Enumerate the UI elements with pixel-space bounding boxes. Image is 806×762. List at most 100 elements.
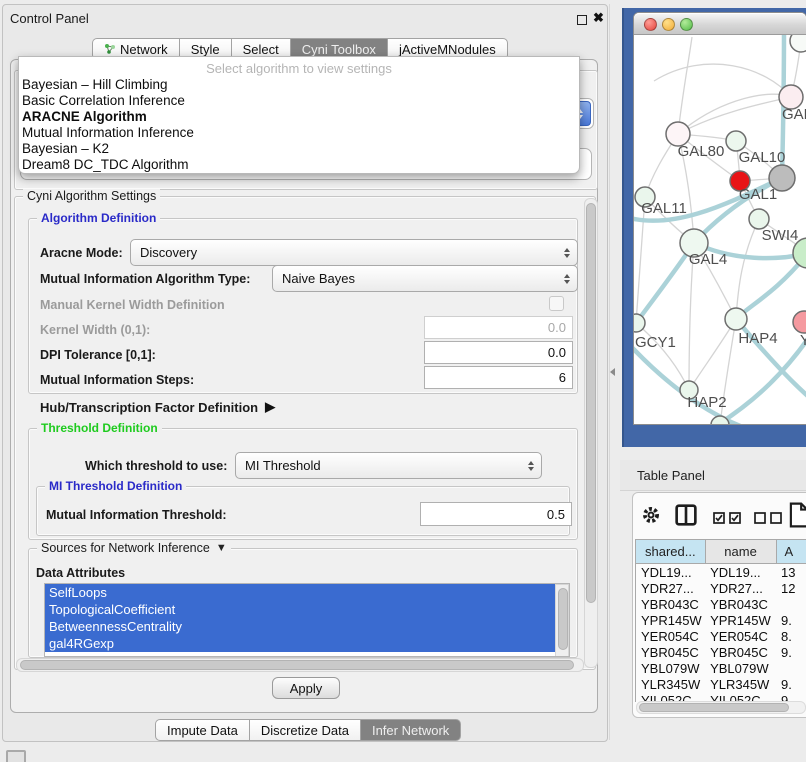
network-edge (678, 37, 692, 134)
algorithm-option[interactable]: Basic Correlation Inference (19, 93, 579, 109)
table-cell: 9. (776, 676, 806, 692)
network-node-label: GAL11 (641, 200, 687, 217)
split-columns-icon[interactable] (675, 504, 697, 526)
scrollbar-thumb[interactable] (586, 203, 596, 603)
column-header-3[interactable]: A (776, 540, 806, 564)
algorithm-option-list: Bayesian – Hill ClimbingBasic Correlatio… (19, 77, 579, 173)
column-header-2[interactable]: name (705, 540, 776, 564)
network-node[interactable] (749, 209, 769, 229)
table-cell: YBR043C (636, 596, 705, 612)
down-arrow-icon (564, 280, 570, 284)
network-node[interactable] (726, 131, 746, 151)
table-cell (776, 660, 806, 676)
mi-algorithm-type-select[interactable]: Naive Bayes (272, 265, 578, 292)
table-toolbar (633, 493, 806, 539)
table-cell: YER054C (636, 628, 705, 644)
network-node-label: GCY1 (635, 334, 676, 351)
table-horizontal-scrollbar[interactable] (636, 701, 806, 714)
scrollbar-thumb[interactable] (558, 588, 568, 650)
tab-label: Impute Data (167, 723, 238, 738)
network-edge-highlighted (636, 243, 694, 323)
collapsed-arrow-icon: ▶ (265, 399, 275, 415)
hub-definition-label: Hub/Transcription Factor Definition (40, 400, 258, 415)
algorithm-option[interactable]: Bayesian – K2 (19, 141, 579, 157)
network-node[interactable] (790, 35, 806, 52)
hide-columns-icon[interactable] (754, 512, 782, 524)
mi-threshold-input[interactable]: 0.5 (420, 502, 572, 526)
close-traffic-light-icon[interactable] (644, 18, 657, 31)
minimize-traffic-light-icon[interactable] (662, 18, 675, 31)
sources-legend-row[interactable]: Sources for Network Inference ▼ (37, 541, 231, 555)
up-arrow-icon (564, 274, 570, 278)
network-node[interactable] (725, 308, 747, 330)
mi-threshold-label: Mutual Information Threshold: (46, 508, 227, 522)
algorithm-option[interactable]: Bayesian – Hill Climbing (19, 77, 579, 93)
network-canvas[interactable]: GALGAL80GAL10GAL1SWI4GAL4GAL11GCY1HAP4YH… (634, 35, 806, 424)
table-row[interactable]: YDR27...YDR27...12 (636, 580, 806, 596)
network-node[interactable] (793, 311, 806, 333)
bottom-tab-impute-data[interactable]: Impute Data (155, 719, 249, 741)
table-row[interactable]: YBR045CYBR045C9. (636, 644, 806, 660)
scrollbar-thumb[interactable] (639, 703, 789, 712)
list-vertical-scrollbar[interactable] (555, 584, 569, 657)
table-cell: YPR145W (705, 612, 776, 628)
table-row[interactable]: YLR345WYLR345W9. (636, 676, 806, 692)
algorithm-option[interactable]: ARACNE Algorithm (19, 109, 579, 125)
bottom-tab-infer-network[interactable]: Infer Network (360, 719, 461, 741)
node-table[interactable]: shared...nameAYDL19...YDL19...13YDR27...… (635, 539, 806, 702)
table-cell: YBR045C (705, 644, 776, 660)
network-node[interactable] (634, 314, 645, 332)
apply-button[interactable]: Apply (272, 677, 340, 699)
attribute-item[interactable]: TopologicalCoefficient (45, 601, 556, 618)
float-window-icon[interactable] (577, 15, 587, 25)
tab-label: Discretize Data (261, 723, 349, 738)
attribute-item[interactable]: gal4RGexp (45, 635, 556, 652)
table-cell: 9. (776, 644, 806, 660)
mi-steps-input[interactable]: 6 (424, 366, 573, 389)
bottom-tab-discretize-data[interactable]: Discretize Data (249, 719, 360, 741)
algorithm-option[interactable]: Dream8 DC_TDC Algorithm (19, 157, 579, 173)
network-node-label: GAL1 (739, 186, 777, 203)
table-row[interactable]: YBR043CYBR043C (636, 596, 806, 612)
dpi-tolerance-label: DPI Tolerance [0,1]: (40, 348, 156, 362)
table-cell: YDL19... (636, 564, 705, 581)
table-panel-header: Table Panel (620, 460, 806, 491)
data-attributes-list[interactable]: SelfLoopsTopologicalCoefficientBetweenne… (44, 583, 570, 657)
manual-kernel-width-checkbox[interactable] (549, 296, 564, 311)
table-row[interactable]: YBL079WYBL079W (636, 660, 806, 676)
aracne-mode-select[interactable]: Discovery (130, 239, 578, 266)
algorithm-option[interactable]: Mutual Information Inference (19, 125, 579, 141)
dpi-tolerance-input[interactable]: 0.0 (424, 341, 573, 364)
attribute-item[interactable]: SelfLoops (45, 584, 556, 601)
network-node-label: HAP4 (738, 330, 777, 347)
new-table-icon[interactable] (789, 502, 806, 528)
attribute-item[interactable]: BetweennessCentrality (45, 618, 556, 635)
settings-vertical-scrollbar[interactable] (584, 198, 598, 668)
kernel-width-input[interactable]: 0.0 (424, 316, 573, 339)
which-threshold-label: Which threshold to use: (85, 459, 227, 473)
show-columns-icon[interactable] (713, 512, 741, 524)
gear-icon[interactable] (642, 506, 660, 524)
table-cell: YDR27... (705, 580, 776, 596)
close-icon[interactable]: ✖ (593, 10, 604, 26)
mi-steps-label: Mutual Information Steps: (40, 373, 194, 387)
hub-definition-toggle[interactable]: Hub/Transcription Factor Definition ▶ (40, 399, 275, 415)
network-window-titlebar[interactable] (634, 13, 806, 35)
minimized-panel-icon[interactable] (6, 750, 26, 762)
table-row[interactable]: YPR145WYPR145W9. (636, 612, 806, 628)
network-view-window[interactable]: GALGAL80GAL10GAL1SWI4GAL4GAL11GCY1HAP4YH… (633, 12, 806, 425)
table-row[interactable]: YER054CYER054C8. (636, 628, 806, 644)
scrollbar-thumb[interactable] (20, 660, 574, 670)
column-header-1[interactable]: shared... (636, 540, 705, 564)
mi-algorithm-type-label: Mutual Information Algorithm Type: (40, 272, 250, 286)
which-threshold-select[interactable]: MI Threshold (235, 452, 542, 479)
threshold-definition-legend: Threshold Definition (37, 421, 162, 435)
table-row[interactable]: YDL19...YDL19...13 (636, 564, 806, 581)
table-cell: YBR045C (636, 644, 705, 660)
zoom-traffic-light-icon[interactable] (680, 18, 693, 31)
table-cell: YDR27... (636, 580, 705, 596)
splitter-collapse-icon[interactable] (610, 368, 615, 376)
table-cell: 13 (776, 564, 806, 581)
settings-horizontal-scrollbar[interactable] (16, 658, 584, 672)
mi-threshold-definition-legend: MI Threshold Definition (45, 479, 186, 493)
